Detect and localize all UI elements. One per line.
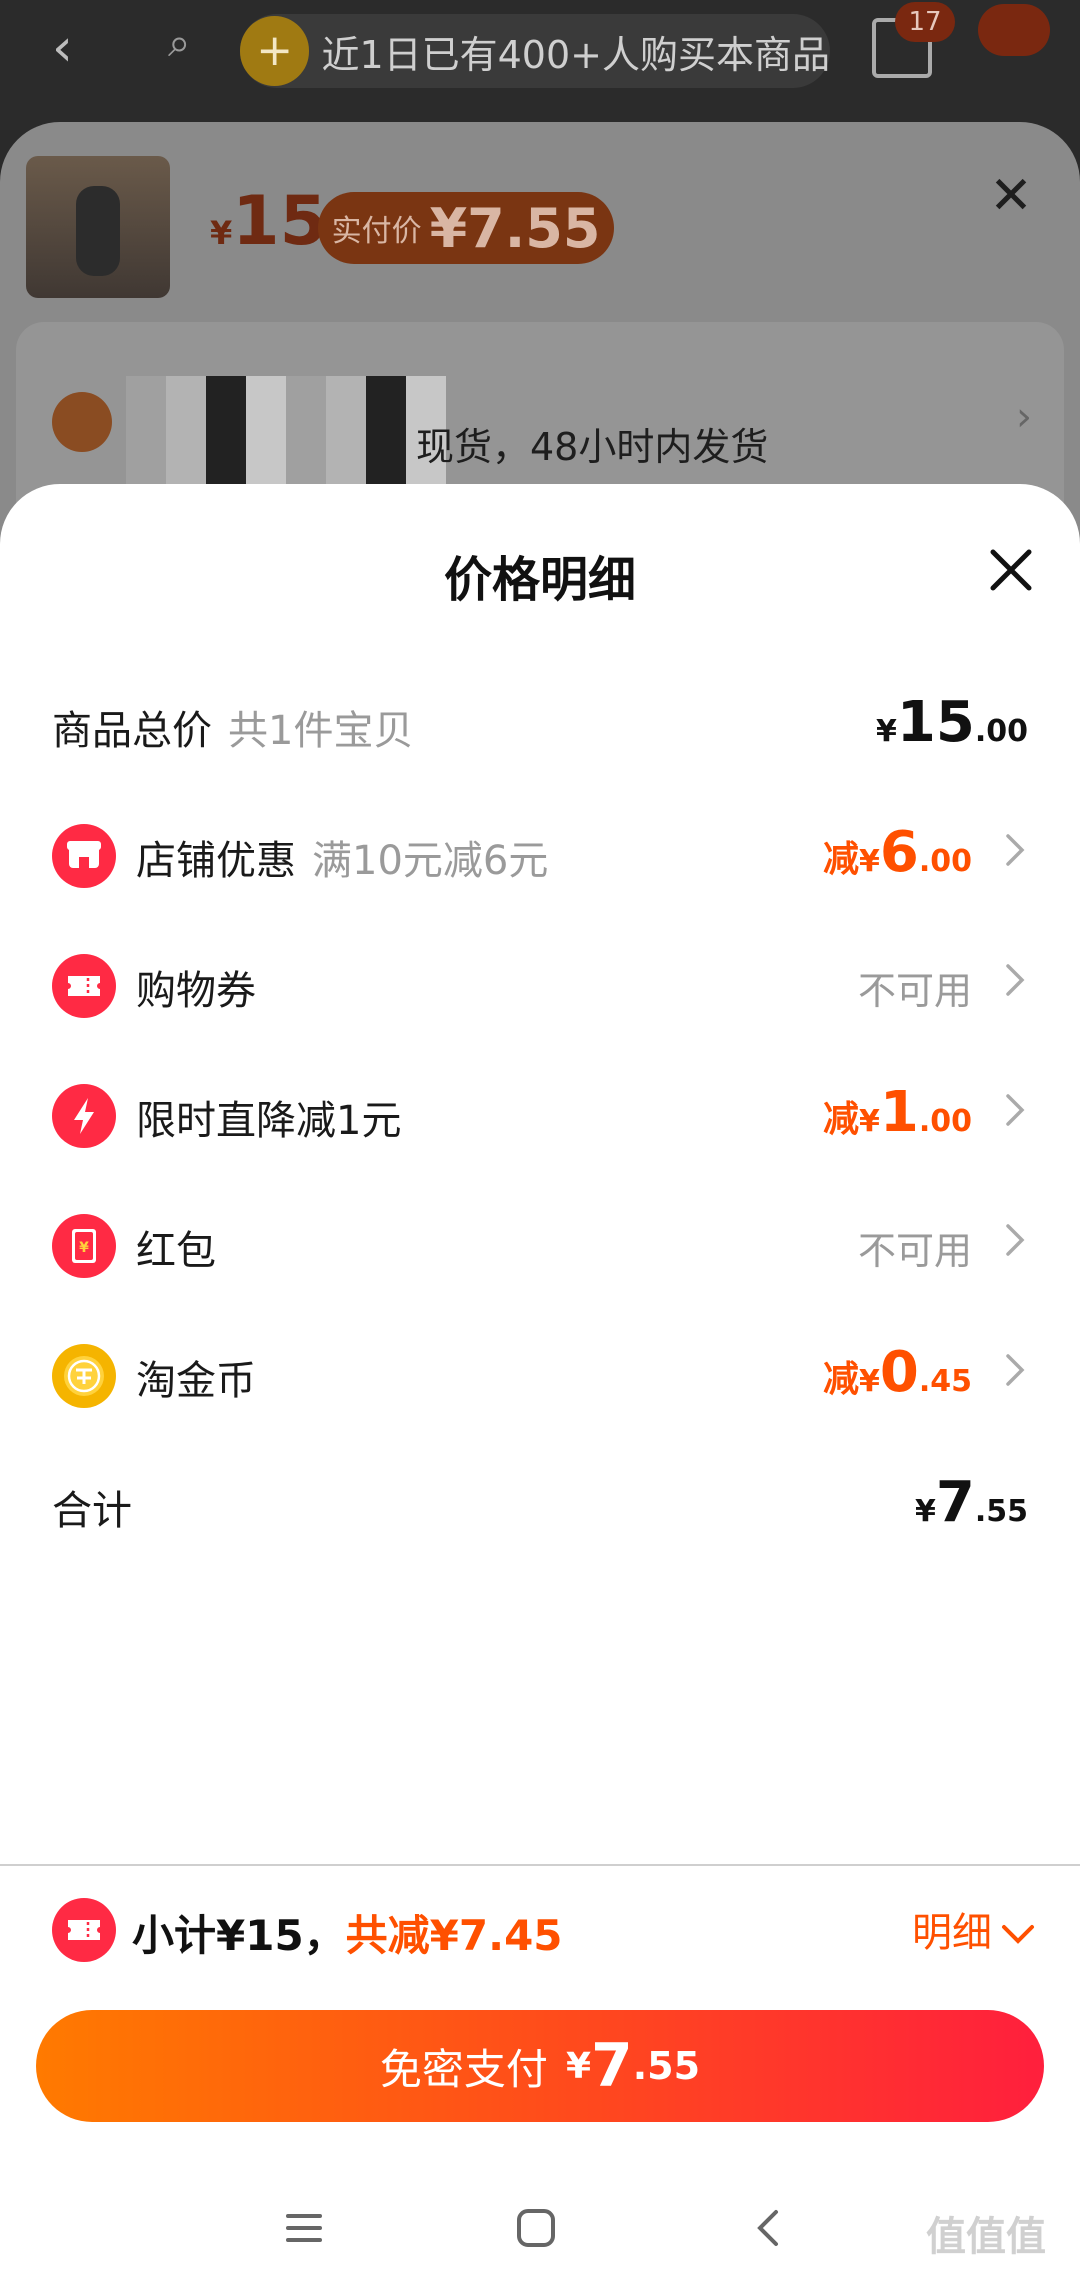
menu-icon[interactable] xyxy=(274,2198,334,2258)
row-sub: 满10元减6元 xyxy=(312,838,549,884)
shipping-icon xyxy=(52,392,112,452)
summary-bar: 小计¥15，共减¥7.45 明细 xyxy=(0,1866,1080,1996)
search-icon[interactable]: ⌕ xyxy=(168,20,208,70)
row-total-price: 商品总价 共1件宝贝 ¥15.00 xyxy=(0,674,1080,774)
message-icon[interactable] xyxy=(978,4,1050,56)
row-status: 不可用 xyxy=(857,1229,972,1273)
pay-price-badge: 实付价 ¥7.55 xyxy=(318,192,614,264)
back-icon[interactable] xyxy=(740,2198,800,2258)
chevron-right-icon xyxy=(1000,1090,1030,1130)
chevron-down-icon xyxy=(1002,1925,1034,1944)
red-packet-icon: ¥ xyxy=(52,1214,116,1278)
lightning-icon xyxy=(52,1084,116,1148)
coupon-icon xyxy=(52,954,116,1018)
shipping-text: 现货，48小时内发货 xyxy=(416,425,769,469)
pay-button[interactable]: 免密支付 ¥7.55 xyxy=(36,2010,1044,2122)
row-status: 不可用 xyxy=(857,969,972,1013)
row-amount: 减¥0.45 xyxy=(822,1340,972,1405)
chevron-right-icon xyxy=(1000,1350,1030,1390)
close-icon[interactable]: ✕ xyxy=(985,170,1037,222)
back-icon[interactable]: ‹ xyxy=(52,18,92,78)
row-label: 店铺优惠 xyxy=(136,838,296,884)
row-red-packet[interactable]: ¥ 红包 不可用 xyxy=(0,1194,1080,1294)
gold-coin-icon xyxy=(52,1344,116,1408)
row-flash-discount[interactable]: 限时直降减1元 减¥1.00 xyxy=(0,1064,1080,1164)
row-amount: 减¥6.00 xyxy=(822,820,972,885)
chevron-right-icon xyxy=(1000,1220,1030,1260)
discount-text: 共减¥7.45 xyxy=(345,1911,563,1960)
close-icon[interactable] xyxy=(985,544,1037,596)
mosaic-redaction xyxy=(126,376,446,496)
row-label: 商品总价 xyxy=(52,708,212,754)
purchase-notice-text: 近1日已有400+人购买本商品 xyxy=(321,32,830,77)
row-amount: ¥15.00 xyxy=(876,690,1028,755)
watermark: 值值值 xyxy=(926,2214,1046,2260)
chevron-right-icon xyxy=(1000,830,1030,870)
cart-badge: 17 xyxy=(895,2,955,42)
svg-text:¥: ¥ xyxy=(79,1240,89,1256)
product-thumbnail xyxy=(26,156,170,298)
row-shop-discount[interactable]: 店铺优惠 满10元减6元 减¥6.00 xyxy=(0,804,1080,904)
row-amount: ¥7.55 xyxy=(915,1470,1028,1535)
sheet-title: 价格明细 xyxy=(443,552,636,608)
shop-icon xyxy=(52,824,116,888)
purchase-notice: + 近1日已有400+人购买本商品 xyxy=(240,14,830,88)
system-nav-bar: 值值值 xyxy=(0,2168,1080,2294)
row-sub: 共1件宝贝 xyxy=(228,708,414,754)
row-shopping-coupon[interactable]: 购物券 不可用 xyxy=(0,934,1080,1034)
shopping-bag-icon: + xyxy=(240,16,310,86)
coupon-icon xyxy=(52,1898,116,1962)
row-label: 淘金币 xyxy=(136,1358,256,1404)
detail-toggle[interactable]: 明细 xyxy=(912,1900,1036,1958)
row-grand-total: 合计 ¥7.55 xyxy=(0,1454,1080,1554)
product-price: ¥15 xyxy=(210,182,327,261)
row-label: 红包 xyxy=(136,1228,216,1274)
subtotal-text: 小计¥15， xyxy=(132,1911,346,1960)
chevron-right-icon: › xyxy=(1016,394,1032,440)
row-gold-coin[interactable]: 淘金币 减¥0.45 xyxy=(0,1324,1080,1424)
row-label: 合计 xyxy=(52,1488,132,1534)
home-icon[interactable] xyxy=(506,2198,566,2258)
summary-text: 小计¥15，共减¥7.45 xyxy=(132,1902,563,1963)
row-amount: 减¥1.00 xyxy=(822,1080,972,1145)
chevron-right-icon xyxy=(1000,960,1030,1000)
row-label: 限时直降减1元 xyxy=(136,1098,402,1144)
row-label: 购物券 xyxy=(136,968,256,1014)
